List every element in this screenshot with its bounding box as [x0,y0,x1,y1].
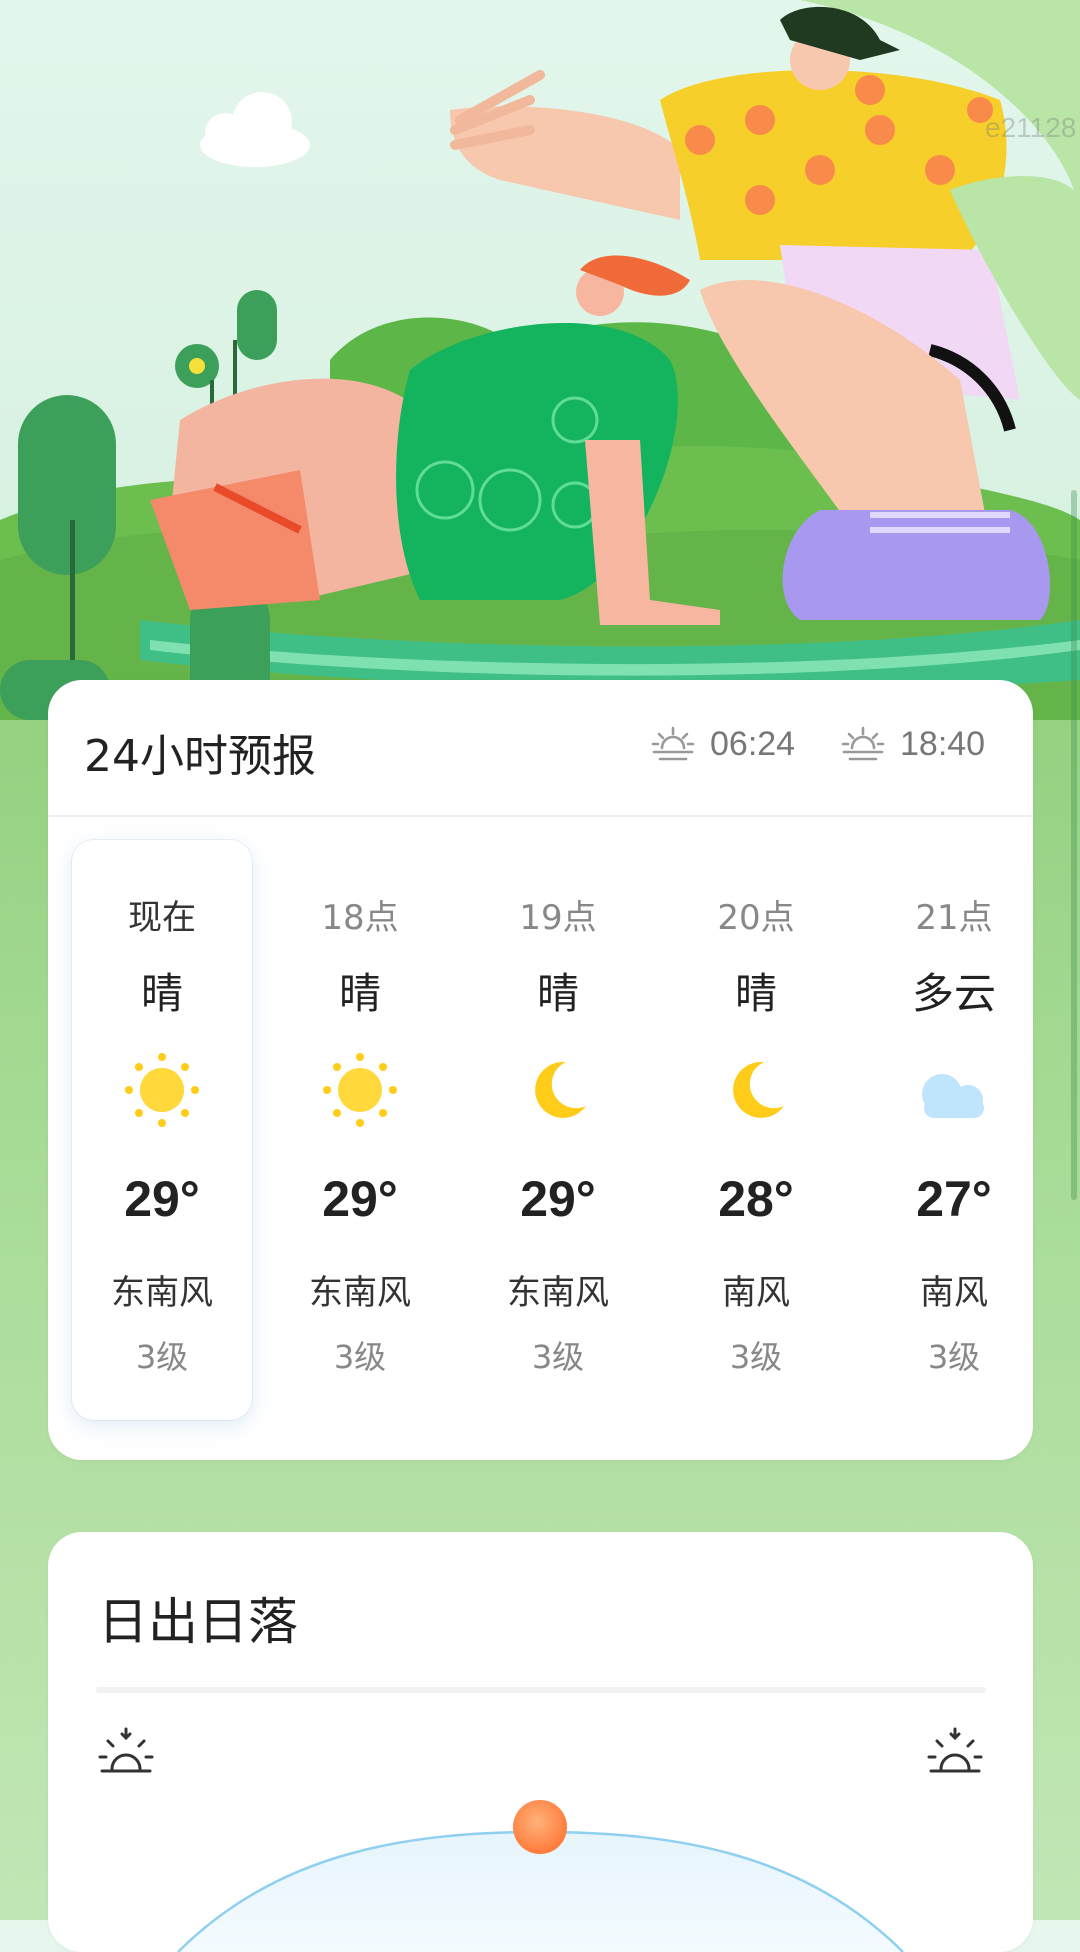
hour-wind-direction: 东南风 [507,1273,609,1313]
hour-wind-direction: 南风 [920,1273,988,1313]
hour-temperature: 29° [520,1171,596,1227]
sun-icon [323,1053,397,1127]
sun-icon [125,1053,199,1127]
hour-condition: 多云 [911,969,996,1018]
sun-position-marker [513,1800,567,1854]
scrollbar[interactable] [1071,490,1077,1200]
hour-wind-level: 3级 [729,1338,783,1376]
hourly-forecast-card: 24小时预报 06:24 18:40 现在 晴 29° 东南风 3级 18点 晴… [48,680,1033,1460]
sunset-time-text: 18:40 [900,724,986,763]
hour-wind-direction: 南风 [722,1273,790,1313]
sunset-icon [841,726,885,761]
hour-item[interactable]: 18点 晴 29° 东南风 3级 [270,840,450,1420]
watermark-text: e21128 [985,112,1077,143]
hour-wind-level: 3级 [927,1338,981,1376]
sun-path-arc [48,1782,1033,1952]
forecast-header: 24小时预报 06:24 18:40 [48,680,1033,817]
sunset-time: 18:40 [840,724,985,764]
hour-condition: 晴 [734,969,777,1018]
forecast-title: 24小时预报 [84,731,316,782]
moon-icon [733,1061,784,1118]
hour-condition: 晴 [536,969,579,1018]
cloudy-night-icon [922,1056,988,1118]
hour-item[interactable]: 21点 多云 27° 南风 3级 [864,840,1033,1420]
hour-temperature: 28° [718,1171,794,1227]
hour-wind-level: 3级 [333,1338,387,1376]
sun-arc-svg [177,1800,904,1952]
moon-icon [535,1061,586,1118]
hour-time: 18点 [321,898,399,938]
sunrise-sunset-title: 日出日落 [98,1593,298,1651]
sunrise-time-text: 06:24 [710,724,796,763]
hour-condition: 晴 [140,969,183,1018]
hour-condition: 晴 [338,969,381,1018]
hero-illustration: e21128 [0,0,1080,720]
hero-scene-svg [0,0,1080,720]
hour-item-now[interactable]: 现在 晴 29° 东南风 3级 [72,840,252,1420]
hour-wind-direction: 东南风 [111,1273,213,1313]
sunset-icon [927,1727,983,1773]
sunrise-icon [98,1727,154,1773]
sunrise-time: 06:24 [650,724,795,764]
hour-wind-level: 3级 [135,1338,189,1376]
hour-time: 现在 [128,898,196,938]
sunrise-icon [651,726,695,761]
hour-wind-level: 3级 [531,1338,585,1376]
hour-temperature: 29° [124,1171,200,1227]
hour-temperature: 29° [322,1171,398,1227]
divider [96,1687,986,1693]
hour-item[interactable]: 19点 晴 29° 东南风 3级 [468,840,648,1420]
hour-time: 21点 [915,898,993,938]
hourly-list[interactable]: 现在 晴 29° 东南风 3级 18点 晴 29° 东南风 3级 19点 晴 2… [48,840,1033,1440]
sunrise-sunset-card: 日出日落 [48,1532,1033,1952]
hour-time: 19点 [519,898,597,938]
hour-item[interactable]: 20点 晴 28° 南风 3级 [666,840,846,1420]
hour-time: 20点 [717,898,795,938]
hour-temperature: 27° [916,1171,992,1227]
hour-wind-direction: 东南风 [309,1273,411,1313]
